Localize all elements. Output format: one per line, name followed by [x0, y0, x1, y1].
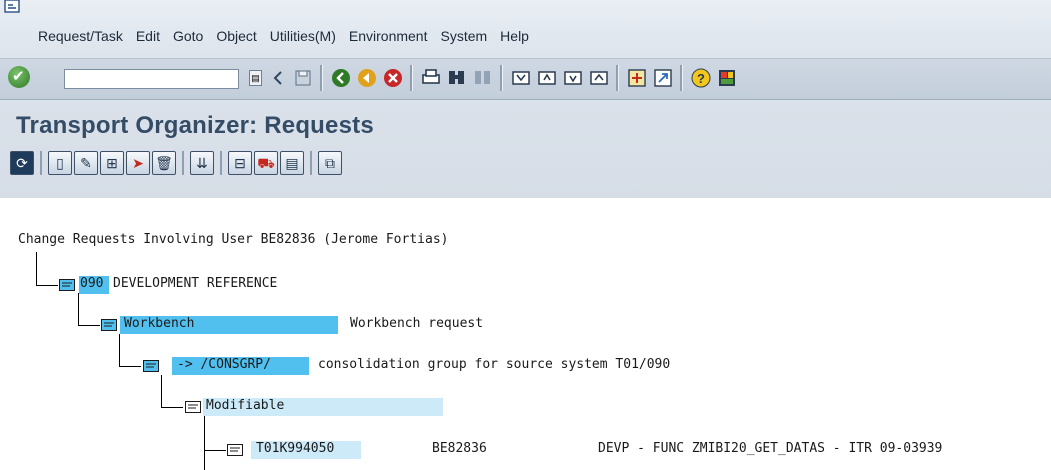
node-text: Workbench request [350, 316, 484, 331]
app-menu-icon[interactable] [4, 0, 24, 14]
find-icon[interactable] [446, 67, 468, 89]
tree-header: Change Requests Involving User BE82836 (… [18, 232, 449, 247]
release-icon[interactable]: ➤ [126, 151, 150, 175]
page-title: Transport Organizer: Requests [16, 112, 374, 139]
exit-icon[interactable] [356, 67, 378, 89]
menu-help[interactable]: Help [500, 28, 529, 44]
last-page-icon[interactable] [588, 67, 610, 89]
print-icon[interactable] [420, 67, 442, 89]
tree-line [204, 416, 205, 470]
toolbar-separator [410, 65, 413, 91]
toolbar-separator [310, 151, 312, 175]
menu-environment[interactable]: Environment [349, 28, 428, 44]
toolbar-separator [40, 151, 42, 175]
tree-line [78, 293, 79, 326]
cancel-icon[interactable] [382, 67, 404, 89]
tree-line [119, 366, 141, 367]
toolbar-separator [220, 151, 222, 175]
check-objects-icon[interactable]: ⊞ [100, 151, 124, 175]
layout-menu-icon[interactable] [716, 67, 738, 89]
node-text: DEVELOPMENT REFERENCE [113, 276, 278, 291]
transport-icon[interactable]: ⛟ [254, 151, 278, 175]
first-page-icon[interactable] [510, 67, 532, 89]
menu: Request/Task Edit Goto Object Utilities(… [38, 28, 542, 44]
tree-line [36, 252, 37, 286]
create-icon[interactable]: ▯ [48, 151, 72, 175]
shortcut-icon[interactable] [652, 67, 674, 89]
tree-line [161, 375, 162, 408]
menu-edit[interactable]: Edit [136, 28, 160, 44]
toolbar-separator [320, 65, 323, 91]
request-description: DEVP - FUNC ZMIBI20_GET_DATAS - ITR 09-0… [598, 441, 943, 456]
create-session-icon[interactable] [626, 67, 648, 89]
previous-page-icon[interactable] [536, 67, 558, 89]
menu-system[interactable]: System [440, 28, 487, 44]
folder-icon[interactable] [59, 279, 75, 291]
copy-icon[interactable]: ⧉ [318, 151, 342, 175]
refresh-icon[interactable]: ⟳ [10, 151, 34, 175]
menu-goto[interactable]: Goto [173, 28, 203, 44]
request-tree: Change Requests Involving User BE82836 (… [0, 199, 1051, 470]
menu-bar: Request/Task Edit Goto Object Utilities(… [0, 0, 1051, 59]
merge-icon[interactable]: ⊟ [228, 151, 252, 175]
save-icon[interactable] [292, 67, 314, 89]
application-toolbar: ⟳ ▯ ✎ ⊞ ➤ 🗑 ⇊ ⊟ ⛟ ▤ ⧉ [0, 149, 1051, 185]
folder-icon[interactable] [185, 401, 201, 413]
back-icon[interactable] [330, 67, 352, 89]
command-history-icon[interactable]: ▤ [249, 70, 262, 86]
help-icon[interactable]: ? [690, 67, 712, 89]
toolbar-separator [500, 65, 503, 91]
import-icon[interactable]: ⇊ [190, 151, 214, 175]
back-arrow-icon[interactable] [268, 67, 290, 89]
next-page-icon[interactable] [562, 67, 584, 89]
tree-line [204, 450, 226, 451]
command-field[interactable] [64, 69, 239, 89]
node-text: consolidation group for source system T0… [318, 357, 671, 372]
folder-icon[interactable] [101, 319, 117, 331]
menu-utilities[interactable]: Utilities(M) [270, 28, 336, 44]
toolbar-separator [616, 65, 619, 91]
toolbar-separator [182, 151, 184, 175]
tree-line [119, 334, 120, 367]
menu-request-task[interactable]: Request/Task [38, 28, 123, 44]
toolbar-separator [680, 65, 683, 91]
node-label[interactable]: Modifiable [206, 398, 284, 413]
node-label[interactable]: 090 [80, 276, 103, 291]
folder-icon[interactable] [227, 444, 243, 456]
delete-icon[interactable]: 🗑 [152, 151, 176, 175]
tree-line [161, 407, 183, 408]
title-bar: Transport Organizer: Requests [0, 100, 1051, 148]
svg-text:?: ? [697, 71, 705, 86]
folder-icon[interactable] [143, 360, 159, 372]
tree-line [36, 285, 58, 286]
node-label[interactable]: Workbench [124, 316, 194, 331]
node-label[interactable]: -> /CONSGRP/ [177, 357, 271, 372]
enter-icon[interactable] [8, 66, 30, 88]
display-change-icon[interactable]: ✎ [74, 151, 98, 175]
request-number[interactable]: T01K994050 [256, 441, 334, 456]
log-icon[interactable]: ▤ [280, 151, 304, 175]
tree-line [78, 325, 100, 326]
request-owner: BE82836 [432, 441, 487, 456]
standard-toolbar: ▤ ? [0, 59, 1051, 100]
find-next-icon[interactable] [472, 67, 494, 89]
menu-object[interactable]: Object [216, 28, 256, 44]
